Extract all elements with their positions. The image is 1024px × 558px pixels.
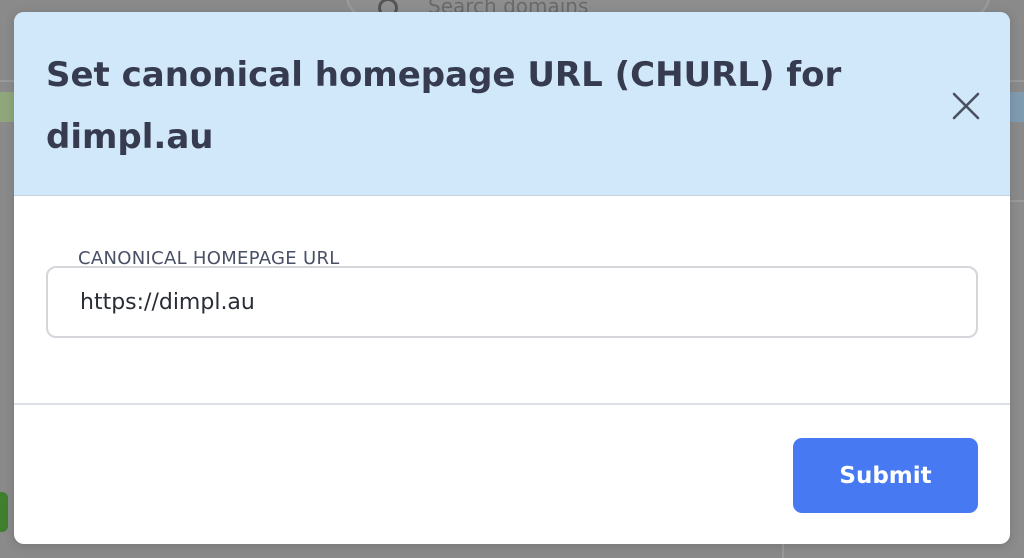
dialog-body: CANONICAL HOMEPAGE URL	[14, 196, 1010, 403]
close-button[interactable]	[948, 88, 984, 124]
dialog-header: Set canonical homepage URL (CHURL) for d…	[14, 12, 1010, 196]
canonical-url-input[interactable]	[46, 266, 978, 338]
churl-dialog: Set canonical homepage URL (CHURL) for d…	[14, 12, 1010, 544]
dialog-footer: Submit	[14, 403, 1010, 544]
dialog-title: Set canonical homepage URL (CHURL) for d…	[46, 55, 842, 157]
submit-button[interactable]: Submit	[793, 438, 978, 513]
close-icon	[948, 88, 984, 124]
background-status-marker	[0, 492, 8, 532]
